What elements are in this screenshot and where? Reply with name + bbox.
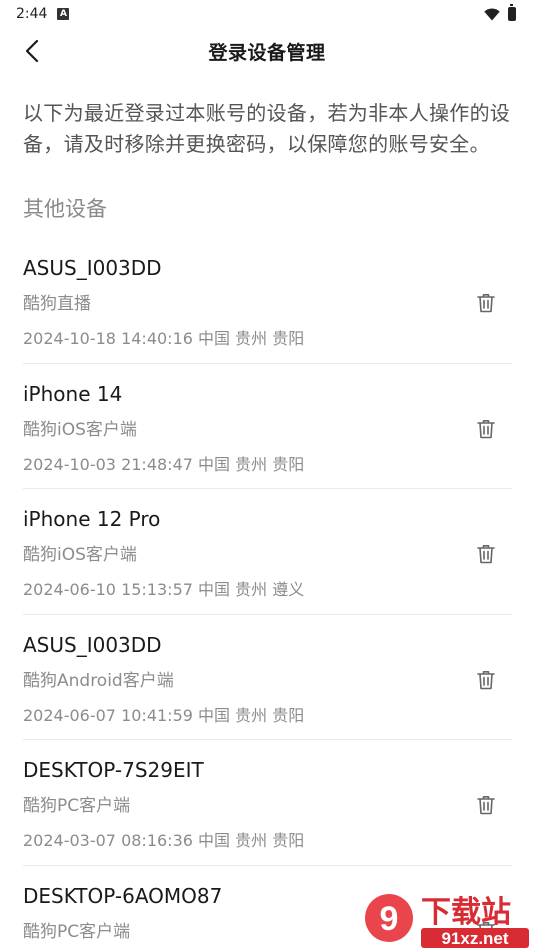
device-login-info: 2024-06-10 15:13:57 中国 贵州 遵义: [23, 580, 305, 599]
status-left: 2:44 A: [16, 6, 70, 22]
intro-text: 以下为最近登录过本账号的设备，若为非本人操作的设备，请及时移除并更换密码，以保障…: [23, 101, 511, 156]
watermark-logo-glyph: 9: [380, 900, 399, 938]
device-name: DESKTOP-6AOMO87: [23, 883, 223, 908]
trash-icon: [477, 419, 495, 438]
device-client: 酷狗Android客户端: [23, 670, 174, 691]
delete-device-button[interactable]: [474, 668, 498, 692]
delete-device-button[interactable]: [474, 291, 498, 315]
device-row: ASUS_I003DD 酷狗直播 2024-10-18 14:40:16 中国 …: [23, 238, 512, 364]
status-bar: 2:44 A: [0, 0, 534, 28]
watermark-title: 下载站: [421, 895, 511, 930]
page-title: 登录设备管理: [208, 41, 326, 64]
device-client: 酷狗PC客户端: [23, 796, 131, 816]
device-client: 酷狗iOS客户端: [23, 419, 137, 440]
chevron-left-icon: [25, 39, 39, 63]
device-client: 酷狗直播: [23, 294, 91, 314]
device-name: iPhone 12 Pro: [23, 507, 161, 531]
trash-icon: [477, 294, 495, 313]
delete-device-button[interactable]: [474, 542, 498, 566]
watermark-url: 91xz.net: [441, 929, 508, 948]
trash-icon: [477, 545, 495, 564]
device-row: DESKTOP-7S29EIT 酷狗PC客户端 2024-03-07 08:16…: [23, 740, 512, 866]
device-list: ASUS_I003DD 酷狗直播 2024-10-18 14:40:16 中国 …: [0, 238, 534, 950]
delete-device-button[interactable]: [474, 417, 498, 441]
device-client: 酷狗iOS客户端: [23, 545, 137, 565]
device-name: DESKTOP-7S29EIT: [23, 758, 204, 782]
wifi-icon: [484, 8, 500, 20]
device-row: ASUS_I003DD 酷狗Android客户端 2024-06-07 10:4…: [23, 615, 512, 740]
site-watermark-logo: 9 下载站 91xz.net: [365, 894, 529, 948]
notification-a-icon: A: [57, 8, 70, 20]
status-time: 2:44: [16, 6, 48, 22]
delete-device-button[interactable]: [474, 793, 498, 817]
back-button[interactable]: [18, 37, 46, 65]
nav-bar: 登录设备管理: [0, 28, 534, 74]
device-login-info: 2024-10-03 21:48:47 中国 贵州 贵阳: [23, 454, 305, 474]
status-right: [484, 4, 516, 21]
device-name: ASUS_I003DD: [23, 256, 162, 280]
battery-icon: [508, 4, 516, 21]
device-login-info: 2024-06-07 10:41:59 中国 贵州 贵阳: [23, 705, 305, 725]
device-row: iPhone 14 酷狗iOS客户端 2024-10-03 21:48:47 中…: [23, 364, 512, 489]
device-row: iPhone 12 Pro 酷狗iOS客户端 2024-06-10 15:13:…: [23, 489, 512, 615]
device-client: 酷狗PC客户端: [23, 921, 131, 942]
trash-icon: [477, 796, 495, 815]
section-title: 其他设备: [23, 197, 107, 221]
device-name: iPhone 14: [23, 381, 123, 406]
device-login-info: 2024-03-07 08:16:36 中国 贵州 贵阳: [23, 831, 305, 850]
trash-icon: [477, 670, 495, 689]
device-login-info: 2024-10-18 14:40:16 中国 贵州 贵阳: [23, 329, 305, 348]
device-name: ASUS_I003DD: [23, 632, 162, 657]
